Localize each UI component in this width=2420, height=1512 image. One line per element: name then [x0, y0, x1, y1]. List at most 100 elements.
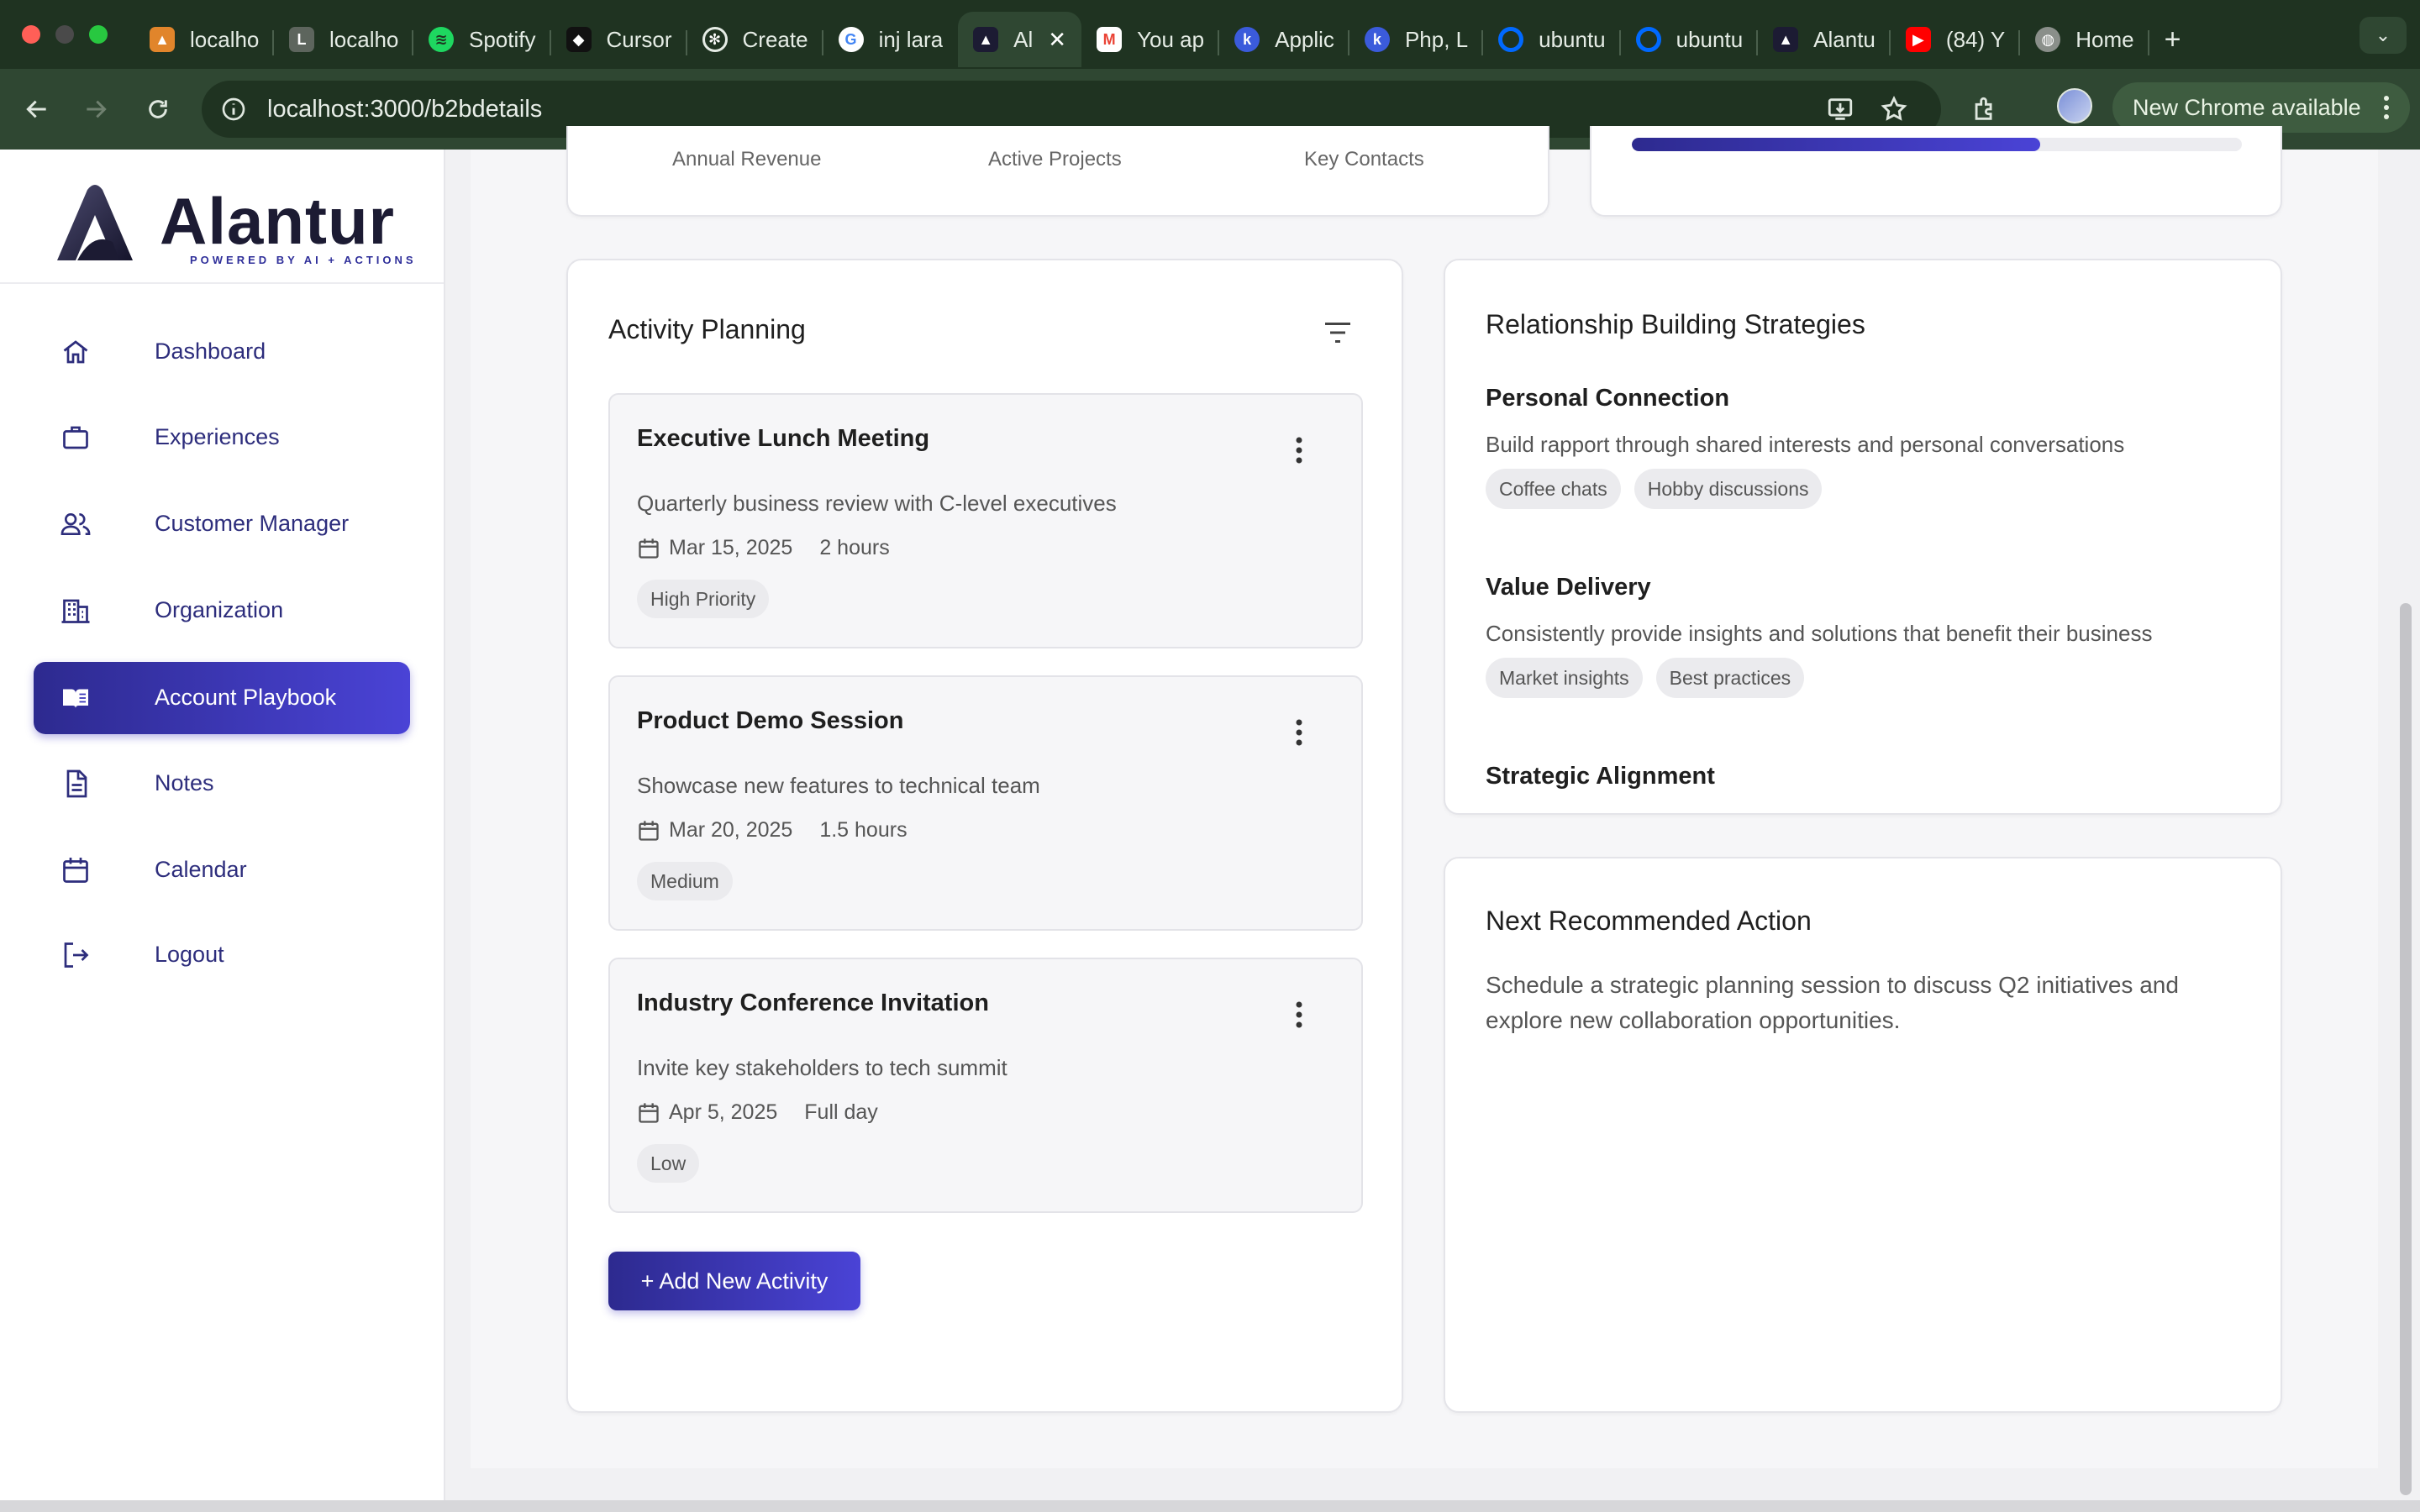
spotify-icon: ≋	[429, 27, 454, 52]
install-app-icon[interactable]	[1825, 94, 1855, 124]
extensions-puzzle-icon[interactable]	[1966, 91, 2003, 128]
activity-description: Quarterly business review with C-level e…	[637, 491, 1117, 516]
sidebar-item-label: Organization	[155, 597, 284, 622]
add-new-activity-button[interactable]: + Add New Activity	[608, 1252, 860, 1310]
sidebar-item-dashboard[interactable]: Dashboard	[34, 316, 410, 388]
progress-fill	[1632, 138, 2041, 151]
more-vertical-icon[interactable]	[1282, 430, 1316, 470]
browser-tab[interactable]: ▲ localho	[134, 12, 274, 67]
back-arrow-icon[interactable]	[17, 89, 57, 129]
activity-duration: Full day	[804, 1100, 878, 1124]
more-vertical-icon[interactable]	[1282, 995, 1316, 1035]
browser-tab[interactable]: ≋ Spotify	[413, 12, 551, 67]
browser-tab[interactable]: Ginj lara	[823, 12, 959, 67]
activity-item[interactable]: Executive Lunch Meeting Quarterly busine…	[608, 393, 1363, 648]
horizontal-scrollbar[interactable]	[0, 1500, 2420, 1512]
calendar-icon	[637, 819, 660, 843]
activity-meta: Mar 20, 2025 1.5 hours	[637, 818, 908, 843]
browser-tab[interactable]: ◆ Cursor	[551, 12, 687, 67]
sidebar-item-label: Customer Manager	[155, 511, 350, 536]
activity-item[interactable]: Industry Conference Invitation Invite ke…	[608, 958, 1363, 1213]
activity-item[interactable]: Product Demo Session Showcase new featur…	[608, 675, 1363, 931]
tab-search-chevron-icon[interactable]: ⌄	[2360, 17, 2407, 54]
tab-title: Php, L	[1404, 26, 1469, 52]
address-url[interactable]: localhost:3000/b2bdetails	[267, 96, 542, 123]
tab-title: localho	[329, 26, 398, 52]
window-minimize-button[interactable]	[55, 25, 74, 44]
scrollbar-thumb[interactable]	[2400, 603, 2412, 1495]
sidebar: Alantur POWERED BY AI + ACTIONS Dashboar…	[0, 150, 445, 1512]
digitalocean-icon	[1498, 27, 1524, 52]
openai-icon: ✻	[702, 27, 728, 52]
sidebar-item-calendar[interactable]: Calendar	[34, 834, 410, 906]
more-vertical-icon[interactable]	[1282, 712, 1316, 753]
forward-arrow-icon[interactable]	[76, 89, 116, 129]
strategies-title: Relationship Building Strategies	[1486, 309, 1865, 339]
strategy-tag: Best practices	[1655, 658, 1805, 698]
new-tab-plus-icon[interactable]: +	[2165, 24, 2181, 56]
sidebar-item-logout[interactable]: Logout	[34, 919, 410, 991]
globe-icon: ◍	[2035, 27, 2061, 52]
sidebar-item-label: Notes	[155, 770, 214, 795]
sidebar-item-label: Calendar	[155, 857, 247, 882]
tab-title: Al	[1013, 26, 1034, 52]
account-stats-card: Annual Revenue Active Projects Key Conta…	[566, 126, 1549, 217]
alantur-mountain-icon: ▲	[150, 27, 175, 52]
relationship-progress-card	[1590, 126, 2282, 217]
priority-badge: Medium	[637, 862, 733, 900]
sidebar-item-experiences[interactable]: Experiences	[34, 402, 410, 474]
brand-logo[interactable]: Alantur POWERED BY AI + ACTIONS	[0, 150, 444, 284]
sidebar-item-notes[interactable]: Notes	[34, 748, 410, 820]
browser-tab[interactable]: ubuntu	[1483, 12, 1621, 67]
browser-tab[interactable]: ▲ Alantu	[1758, 12, 1891, 67]
stat-label-annual-revenue: Annual Revenue	[672, 148, 822, 171]
progress-track	[1632, 138, 2242, 151]
browser-tab[interactable]: ▶ (84) Y	[1891, 12, 2021, 67]
sidebar-item-label: Dashboard	[155, 339, 266, 364]
close-tab-icon[interactable]: ✕	[1048, 27, 1066, 53]
browser-tab[interactable]: k Php, L	[1349, 12, 1484, 67]
tab-title: Cursor	[606, 26, 672, 52]
site-info-icon[interactable]	[218, 94, 249, 124]
browser-tab[interactable]: ◍ Home	[2020, 12, 2149, 67]
activity-planning-card: Activity Planning Executive Lunch Meetin…	[566, 259, 1403, 1413]
browser-tab[interactable]: ✻ Create	[687, 12, 823, 67]
document-icon	[59, 767, 92, 801]
building-icon	[59, 594, 92, 627]
vertical-scrollbar[interactable]	[2391, 150, 2420, 1512]
activity-description: Showcase new features to technical team	[637, 773, 1040, 798]
home-icon	[59, 335, 92, 369]
browser-tab[interactable]: M You ap	[1081, 12, 1220, 67]
browser-tab[interactable]: ubuntu	[1621, 12, 1759, 67]
strategy-tag: Coffee chats	[1486, 469, 1621, 509]
calendar-icon	[637, 537, 660, 560]
calendar-icon	[59, 853, 92, 887]
browser-tab[interactable]: k Applic	[1219, 12, 1349, 67]
strategy-tags: Coffee chats Hobby discussions	[1486, 469, 1835, 509]
sidebar-item-account-playbook[interactable]: Account Playbook	[34, 662, 410, 734]
activity-title: Industry Conference Invitation	[637, 990, 989, 1016]
window-close-button[interactable]	[22, 25, 40, 44]
sidebar-item-customer-manager[interactable]: Customer Manager	[34, 488, 410, 560]
tab-title: You ap	[1137, 26, 1205, 52]
activity-title: Executive Lunch Meeting	[637, 425, 930, 452]
activity-meta: Apr 5, 2025 Full day	[637, 1100, 878, 1125]
stat-label-key-contacts: Key Contacts	[1304, 148, 1424, 171]
reload-icon[interactable]	[138, 89, 178, 129]
tab-title: Create	[742, 26, 808, 52]
filter-icon[interactable]	[1319, 314, 1356, 351]
profile-avatar[interactable]	[2057, 88, 2092, 123]
bookmark-star-icon[interactable]	[1879, 94, 1909, 124]
chrome-update-button[interactable]: New Chrome available	[2112, 82, 2410, 133]
activity-date: Apr 5, 2025	[669, 1100, 778, 1124]
window-zoom-button[interactable]	[89, 25, 108, 44]
activity-meta: Mar 15, 2025 2 hours	[637, 536, 890, 560]
browser-tab[interactable]: Llocalho	[274, 12, 413, 67]
strategy-title: Personal Connection	[1486, 385, 1730, 412]
browser-tab-active[interactable]: ▲ Al ✕	[958, 12, 1082, 67]
brand-tagline: POWERED BY AI + ACTIONS	[190, 254, 417, 266]
sidebar-item-organization[interactable]: Organization	[34, 575, 410, 647]
tab-title: (84) Y	[1945, 26, 2006, 52]
activity-date: Mar 20, 2025	[669, 818, 793, 842]
kebab-menu-icon[interactable]	[2381, 94, 2391, 127]
